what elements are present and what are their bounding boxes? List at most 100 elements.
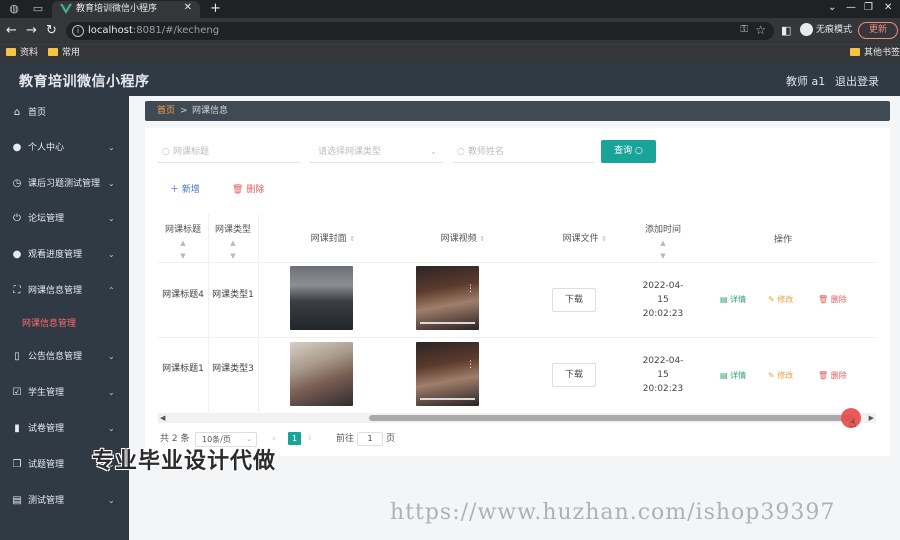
folder-icon: [850, 48, 860, 56]
course-cover-image[interactable]: [290, 342, 353, 406]
delete-button[interactable]: 🗑 删除: [818, 370, 847, 382]
user-icon: ●: [12, 249, 22, 260]
key-icon[interactable]: ⚿: [740, 24, 748, 35]
sort-icon[interactable]: ⇕: [602, 233, 608, 246]
video-progress-bar[interactable]: [420, 322, 475, 324]
scrollbar-thumb[interactable]: [369, 415, 854, 421]
globe-icon[interactable]: ◍: [8, 3, 20, 15]
add-button[interactable]: ＋ 新增: [170, 184, 200, 196]
browser-toolbar: ← → ↻ i localhost:8081/#/kecheng ⚿ ☆ ◧ 无…: [0, 18, 900, 44]
more-options-icon[interactable]: ⋮: [466, 284, 475, 294]
app-header: 教育培训微信小程序 教师 a1 退出登录: [0, 62, 900, 96]
detail-button[interactable]: ▤ 详情: [720, 294, 746, 306]
scroll-left-arrow-icon[interactable]: ◀: [160, 413, 165, 423]
download-button[interactable]: 下载: [552, 288, 596, 312]
browser-tab-active[interactable]: 教育培训微信小程序 ✕: [52, 1, 200, 18]
trash-icon: 🗑: [818, 295, 829, 304]
cell-time: 2022-04-15 20:02:23: [642, 356, 684, 394]
back-icon[interactable]: ←: [6, 23, 17, 39]
course-cover-image[interactable]: [290, 266, 353, 330]
course-video-player[interactable]: ⋮: [416, 342, 479, 406]
user-name: 教师 a1: [786, 75, 826, 88]
header-time[interactable]: 添加时间 ▲ ▼: [628, 224, 698, 263]
sidebar-item-home[interactable]: ⌂ 首页: [0, 98, 129, 128]
header-type[interactable]: 网课类型 ▲ ▼: [208, 224, 258, 263]
watermark-url: https://www.huzhan.com/ishop39397: [390, 500, 836, 525]
site-info-icon[interactable]: i: [72, 25, 84, 37]
forward-icon[interactable]: →: [26, 23, 37, 39]
query-button[interactable]: 查询 ○: [601, 140, 656, 163]
sidebar-subitem-course-info[interactable]: 网课信息管理: [22, 314, 76, 334]
sidepanel-icon[interactable]: ◧: [781, 24, 791, 37]
more-options-icon[interactable]: ⋮: [466, 360, 475, 370]
other-bookmarks[interactable]: 其他书签: [850, 47, 900, 60]
restore-icon[interactable]: ❐: [864, 2, 873, 13]
close-window-icon[interactable]: ✕: [884, 2, 892, 13]
breadcrumb: 首页 > 网课信息: [145, 101, 890, 121]
table-divider: [258, 214, 259, 412]
sidebar-item-forum[interactable]: ⏻ 论坛管理 ⌄: [0, 204, 129, 234]
course-video-player[interactable]: ⋮: [416, 266, 479, 330]
next-page-icon[interactable]: ›: [308, 432, 312, 446]
cell-title: 网课标题1: [162, 364, 204, 374]
course-table: 网课标题 ▲ ▼ 网课类型 ▲ ▼ 网课封面 ⇕ 网课视频 ⇕ 网课文件 ⇕ 添加时间 ▲…: [158, 214, 876, 412]
batch-delete-button[interactable]: 🗑 删除: [232, 184, 264, 196]
breadcrumb-home[interactable]: 首页: [157, 101, 175, 121]
user-icon: ●: [12, 142, 22, 153]
chevron-down-icon: ⌄: [108, 424, 115, 433]
edit-icon: ✎: [768, 371, 775, 380]
new-tab-button[interactable]: +: [210, 0, 221, 18]
header-video[interactable]: 网课视频 ⇕: [408, 233, 518, 246]
edit-button[interactable]: ✎ 修改: [768, 294, 793, 306]
header-ops: 操作: [773, 235, 792, 245]
folder-icon: [48, 48, 58, 56]
bookmark-folder-1[interactable]: 资料: [6, 47, 38, 60]
power-icon: ⏻: [13, 213, 21, 224]
sort-icon[interactable]: ▲ ▼: [230, 237, 235, 263]
bookmark-star-icon[interactable]: ☆: [755, 23, 766, 37]
copy-icon: ❐: [12, 459, 22, 470]
goto-page-input[interactable]: 1: [357, 432, 383, 446]
sidebar-item-tests[interactable]: ▤ 测试管理 ⌄: [0, 486, 129, 516]
logout-link[interactable]: 退出登录: [835, 73, 879, 89]
header-title[interactable]: 网课标题 ▲ ▼: [158, 224, 208, 263]
sidebar-item-notice[interactable]: ▯ 公告信息管理 ⌄: [0, 342, 129, 372]
teacher-name-input[interactable]: ○ 教师姓名: [453, 141, 594, 163]
delete-button[interactable]: 🗑 删除: [818, 294, 847, 306]
minimize-icon[interactable]: —: [846, 2, 856, 13]
course-type-select[interactable]: 请选择网课类型 ⌄: [310, 141, 443, 163]
sort-icon[interactable]: ▲ ▼: [180, 237, 185, 263]
sidebar-item-progress[interactable]: ● 观看进度管理 ⌄: [0, 240, 129, 270]
video-progress-bar[interactable]: [420, 398, 475, 400]
tab-icon[interactable]: ▭: [32, 3, 44, 15]
bookmark-folder-2[interactable]: 常用: [48, 47, 80, 60]
tab-search-icon[interactable]: ⌄: [828, 2, 836, 13]
course-title-input[interactable]: ○ 网课标题: [158, 141, 300, 163]
hand-cursor-icon: ☝: [849, 416, 857, 430]
table-horizontal-scrollbar[interactable]: ◀ ▶: [158, 413, 876, 423]
sort-icon[interactable]: ⇕: [350, 233, 356, 246]
reload-icon[interactable]: ↻: [46, 23, 57, 39]
sidebar-item-students[interactable]: ☑ 学生管理 ⌄: [0, 378, 129, 408]
sidebar-item-exercise[interactable]: ◷ 课后习题测试管理 ⌄: [0, 169, 129, 199]
header-cover[interactable]: 网课封面 ⇕: [278, 233, 388, 246]
sidebar-item-course[interactable]: ⛶ 网课信息管理 ⌃: [0, 276, 129, 306]
edit-button[interactable]: ✎ 修改: [768, 370, 793, 382]
address-bar[interactable]: i localhost:8081/#/kecheng ⚿ ☆: [66, 22, 774, 40]
detail-button[interactable]: ▤ 详情: [720, 370, 746, 382]
bar-chart-icon: ▮: [14, 423, 20, 434]
sort-icon[interactable]: ⇕: [480, 233, 486, 246]
incognito-indicator[interactable]: 无痕模式: [800, 23, 852, 37]
current-page[interactable]: 1: [288, 432, 301, 445]
sort-icon[interactable]: ▲ ▼: [660, 237, 665, 263]
download-button[interactable]: 下载: [552, 363, 596, 387]
search-icon: ○: [457, 147, 465, 157]
update-button[interactable]: 更新: [858, 22, 898, 39]
close-tab-icon[interactable]: ✕: [184, 2, 192, 13]
incognito-icon: [800, 23, 813, 36]
sidebar-item-profile[interactable]: ● 个人中心 ⌄: [0, 133, 129, 163]
sidebar-item-papers[interactable]: ▮ 试卷管理 ⌄: [0, 414, 129, 444]
header-file[interactable]: 网课文件 ⇕: [530, 233, 640, 246]
table-divider: [158, 262, 876, 263]
scroll-right-arrow-icon[interactable]: ▶: [869, 413, 874, 423]
